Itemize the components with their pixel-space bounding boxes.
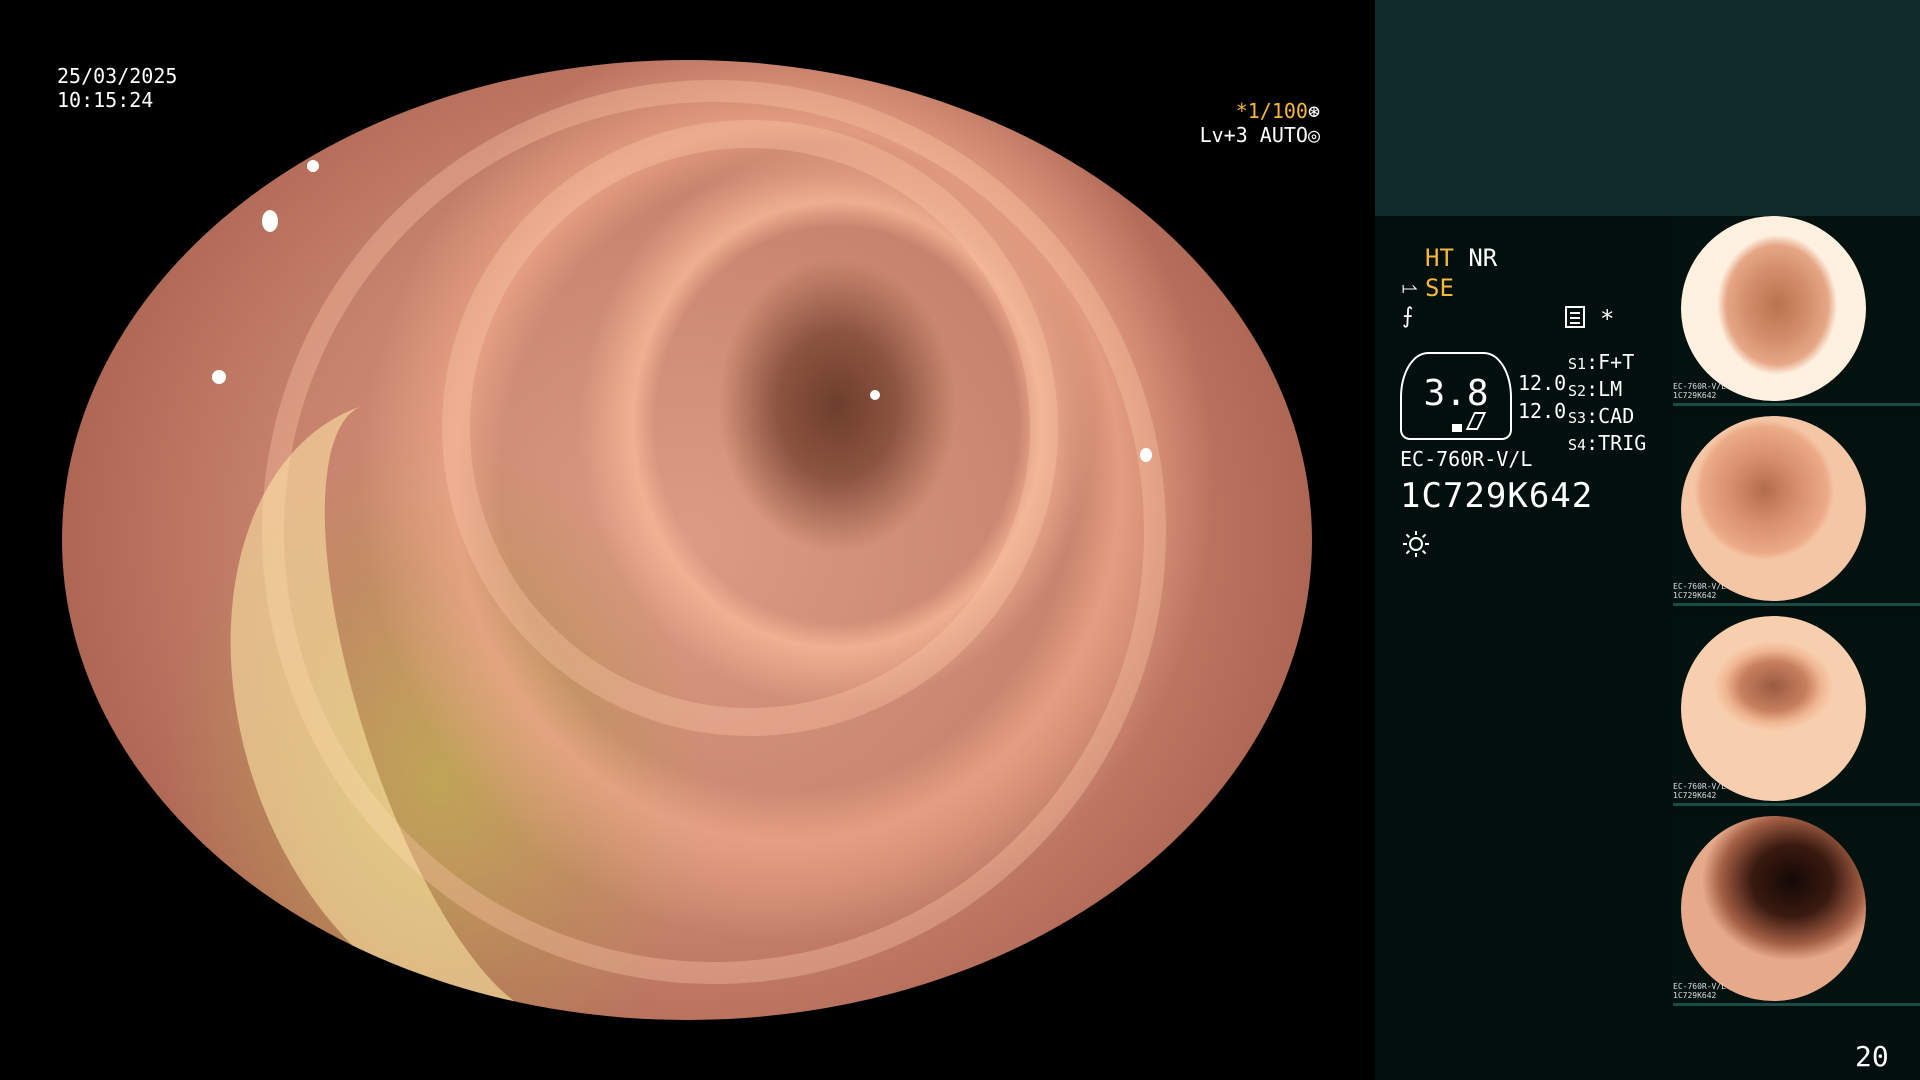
- iris-icon: ◎: [1307, 123, 1320, 147]
- shutter-speed: *1/100: [1235, 99, 1308, 123]
- thumbnail-image: [1681, 416, 1866, 601]
- time: 10:15:24: [57, 88, 154, 112]
- thumbnail-label: EC-760R-V/L 1C729K642: [1673, 582, 1726, 600]
- switch-assignments: S1:F+T S2:LM S3:CAD S4:TRIG: [1568, 350, 1646, 458]
- capture-thumbnail[interactable]: EC-760R-V/L 1C729K642: [1673, 616, 1920, 806]
- scope-serial: 1C729K642: [1400, 476, 1594, 516]
- parameter-value-1: 12.0: [1518, 371, 1567, 395]
- thumbnail-strip: [1673, 403, 1920, 406]
- thumbnail-image: [1681, 216, 1866, 401]
- capture-thumbnail[interactable]: EC-760R-V/L 1C729K642: [1673, 816, 1920, 1006]
- switch-slot: S3:CAD: [1568, 404, 1635, 428]
- iris-level: Lv+3 AUTO: [1199, 123, 1308, 147]
- switch-slot: S1:F+T: [1568, 350, 1635, 374]
- thumbnail-image: [1681, 616, 1866, 801]
- specular-glint: [212, 370, 226, 384]
- thumbnail-label: EC-760R-V/L 1C729K642: [1673, 382, 1726, 400]
- capture-thumbnail[interactable]: EC-760R-V/L 1C729K642: [1673, 416, 1920, 606]
- thumbnail-label: EC-760R-V/L 1C729K642: [1673, 782, 1726, 800]
- scope-mode-icon: ⥛: [1402, 275, 1418, 299]
- switch-slot: S4:TRIG: [1568, 431, 1647, 455]
- endoscopy-view: [62, 60, 1312, 1020]
- sun-icon: [1403, 531, 1429, 557]
- flash-mode-icon: ⨍: [1402, 304, 1414, 329]
- capture-thumbnail[interactable]: EC-760R-V/L 1C729K642: [1673, 216, 1920, 406]
- thumbnail-strip: [1673, 1003, 1920, 1006]
- indicator-mark: [1452, 424, 1462, 432]
- exposure-settings: *1/100⊛ Lv+3 AUTO◎: [1196, 99, 1320, 147]
- page-number: 20: [1855, 1040, 1889, 1073]
- thumbnail-strip: [1673, 603, 1920, 606]
- magnification-value: 3.8: [1423, 373, 1489, 414]
- asterisk-indicator: *: [1600, 305, 1615, 333]
- aperture-icon: ⊛: [1307, 99, 1320, 123]
- specular-glint: [262, 210, 278, 232]
- parameter-value-2: 12.0: [1518, 399, 1567, 423]
- scope-model: EC-760R-V/L: [1400, 447, 1533, 471]
- mode-nr: NR: [1468, 244, 1498, 272]
- specular-glint: [367, 80, 385, 94]
- settings-icon: [1565, 306, 1585, 328]
- thumbnail-label: EC-760R-V/L 1C729K642: [1673, 982, 1726, 1000]
- specular-glint: [307, 160, 319, 172]
- panel-header: [1375, 0, 1920, 216]
- mode-indicators: HT NR SE: [1425, 243, 1497, 303]
- datetime-display: 25/03/2025 10:15:24: [57, 64, 177, 112]
- mode-se: SE: [1425, 274, 1454, 302]
- mode-ht: HT: [1425, 244, 1454, 272]
- thumbnail-strip: [1673, 803, 1920, 806]
- switch-slot: S2:LM: [1568, 377, 1623, 401]
- thumbnail-image: [1681, 816, 1866, 1001]
- magnification-indicator: 3.8: [1400, 352, 1512, 440]
- date: 25/03/2025: [57, 64, 178, 88]
- specular-glint: [870, 390, 880, 400]
- specular-glint: [1140, 448, 1152, 462]
